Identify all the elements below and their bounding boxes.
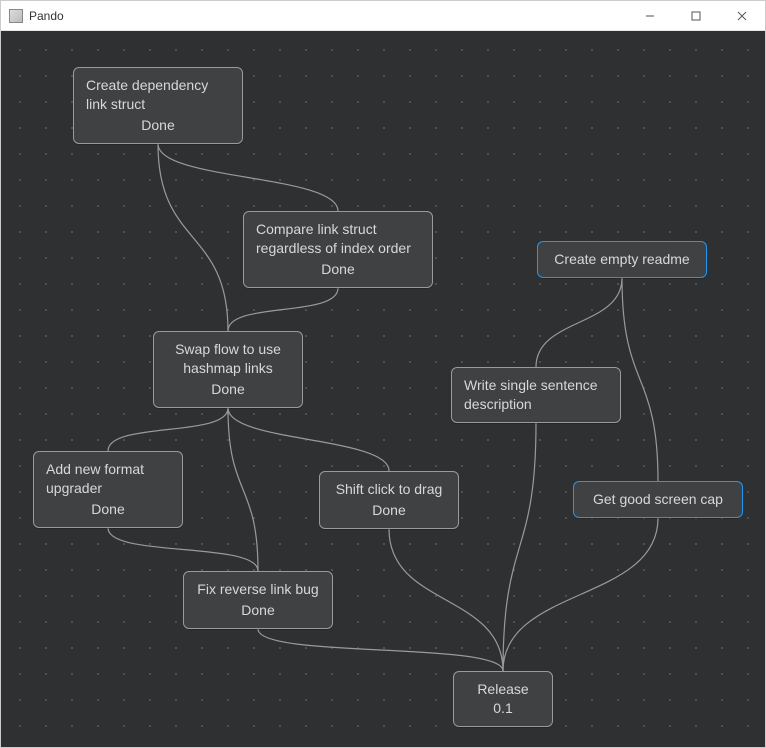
node-status: Done	[46, 500, 170, 519]
edge	[503, 518, 658, 671]
node-status: Done	[166, 380, 290, 399]
node-status: Done	[86, 116, 230, 135]
edge	[228, 408, 258, 571]
node-label: Compare link struct regardless of index …	[256, 221, 411, 256]
edge	[622, 278, 658, 481]
edge	[389, 529, 503, 671]
node-label: Create empty readme	[554, 251, 689, 267]
node-write-desc[interactable]: Write single sentence description	[451, 367, 621, 423]
node-release[interactable]: Release 0.1	[453, 671, 553, 727]
edge	[228, 408, 389, 471]
graph-canvas[interactable]: Create dependency link struct Done Compare…	[1, 31, 765, 747]
edge	[158, 144, 228, 331]
app-icon	[9, 9, 23, 23]
node-status: Done	[196, 601, 320, 620]
node-label: Create dependency link struct	[86, 77, 208, 112]
node-create-dep-link[interactable]: Create dependency link struct Done	[73, 67, 243, 144]
window-title: Pando	[29, 9, 627, 23]
node-status: Done	[256, 260, 420, 279]
edge	[158, 144, 338, 211]
maximize-button[interactable]	[673, 1, 719, 31]
edge	[228, 288, 338, 331]
node-label: Release 0.1	[477, 681, 528, 716]
node-status: Done	[332, 501, 446, 520]
node-label: Fix reverse link bug	[197, 581, 318, 597]
edge	[108, 528, 258, 571]
node-label: Shift click to drag	[336, 481, 443, 497]
node-screen-cap[interactable]: Get good screen cap	[573, 481, 743, 518]
edge	[108, 408, 228, 451]
node-swap-flow[interactable]: Swap flow to use hashmap links Done	[153, 331, 303, 408]
node-label: Write single sentence description	[464, 377, 598, 412]
edge	[536, 278, 622, 367]
node-create-readme[interactable]: Create empty readme	[537, 241, 707, 278]
node-compare-link[interactable]: Compare link struct regardless of index …	[243, 211, 433, 288]
node-fix-reverse[interactable]: Fix reverse link bug Done	[183, 571, 333, 629]
minimize-button[interactable]	[627, 1, 673, 31]
titlebar[interactable]: Pando	[1, 1, 765, 31]
node-label: Get good screen cap	[593, 491, 723, 507]
node-shift-click[interactable]: Shift click to drag Done	[319, 471, 459, 529]
edge	[258, 629, 503, 671]
edge	[503, 423, 536, 671]
node-add-upgrader[interactable]: Add new format upgrader Done	[33, 451, 183, 528]
node-label: Swap flow to use hashmap links	[175, 341, 281, 376]
app-window: Pando Create dependency link structDoneC…	[0, 0, 766, 748]
node-label: Add new format upgrader	[46, 461, 144, 496]
close-button[interactable]	[719, 1, 765, 31]
